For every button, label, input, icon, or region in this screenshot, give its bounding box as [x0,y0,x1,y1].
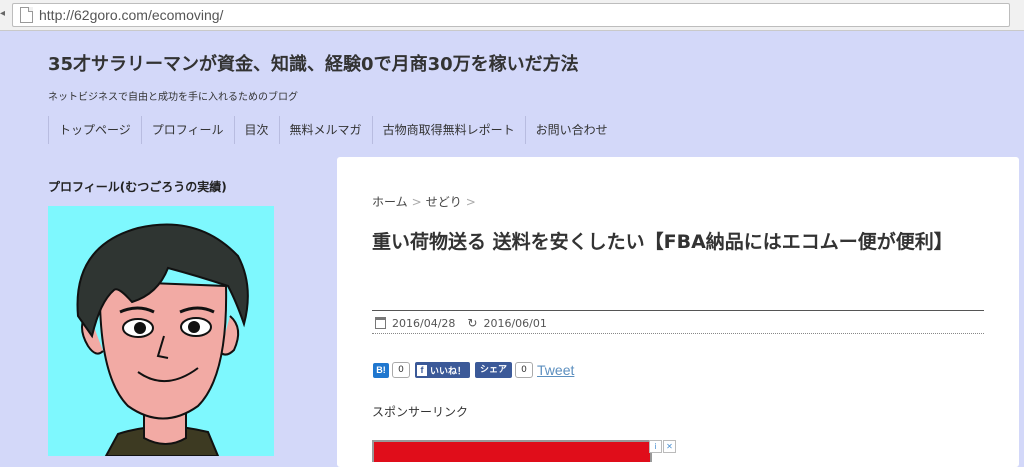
nav-item-contact[interactable]: お問い合わせ [524,116,618,144]
like-label: いいね！ [430,366,467,377]
post-title: 重い荷物送る 送料を安くしたい【FBA納品にはエコムー便が便利】 [372,231,953,253]
sidebar-profile-heading: プロフィール(むつごろうの実績) [48,180,227,194]
browser-address-bar: ◂ http://62goro.com/ecomoving/ [0,0,1024,31]
sponsor-label: スポンサーリンク [372,405,469,419]
facebook-icon: f [417,364,427,376]
nav-item-contents[interactable]: 目次 [233,116,279,144]
back-arrow-icon[interactable]: ◂ [0,8,8,22]
refresh-icon: ↻ [467,316,478,330]
ad-controls: i ✕ [649,440,676,453]
calendar-icon [375,317,386,329]
main-navigation: トップページ プロフィール 目次 無料メルマガ 古物商取得無料レポート お問い合… [48,116,618,144]
breadcrumb-category[interactable]: せどり [426,195,462,209]
updated-date: 2016/06/01 [483,316,547,330]
hatena-count: 0 [392,362,410,378]
facebook-share-button[interactable]: シェア [475,362,513,378]
ad-close-icon[interactable]: ✕ [663,440,676,453]
breadcrumb-home[interactable]: ホーム [372,195,408,209]
meta-divider [372,333,984,334]
post-meta: 2016/04/28 ↻ 2016/06/01 [375,316,547,330]
url-text[interactable]: http://62goro.com/ecomoving/ [39,7,223,23]
breadcrumb-separator: > [411,195,422,209]
nav-item-report[interactable]: 古物商取得無料レポート [371,116,525,144]
profile-avatar [48,206,274,456]
nav-item-top[interactable]: トップページ [48,116,141,144]
main-content-card: ホーム > せどり > 重い荷物送る 送料を安くしたい【FBA納品にはエコムー便が便利… [337,157,1019,467]
site-description: ネットビジネスで自由と成功を手に入れるためのブログ [48,92,298,103]
hatena-bookmark-button[interactable]: B! [373,362,389,378]
ad-banner[interactable] [372,440,652,462]
tweet-link[interactable]: Tweet [537,362,574,378]
breadcrumb: ホーム > せどり > [372,193,480,210]
facebook-like-button[interactable]: f いいね！ [415,362,471,378]
url-input[interactable]: http://62goro.com/ecomoving/ [12,3,1010,27]
share-count: 0 [515,362,534,378]
nav-item-profile[interactable]: プロフィール [140,116,234,144]
nav-item-newsletter[interactable]: 無料メルマガ [278,116,372,144]
title-divider [372,310,984,311]
breadcrumb-separator: > [465,195,476,209]
published-date: 2016/04/28 [392,316,456,330]
share-buttons: B! 0 f いいね！ シェア 0 Tweet [373,362,574,378]
avatar-illustration [76,223,249,456]
ad-info-icon[interactable]: i [649,440,662,453]
page-icon [20,7,33,23]
site-title[interactable]: 35才サラリーマンが資金、知識、経験0で月商30万を稼いだ方法 [48,50,579,76]
